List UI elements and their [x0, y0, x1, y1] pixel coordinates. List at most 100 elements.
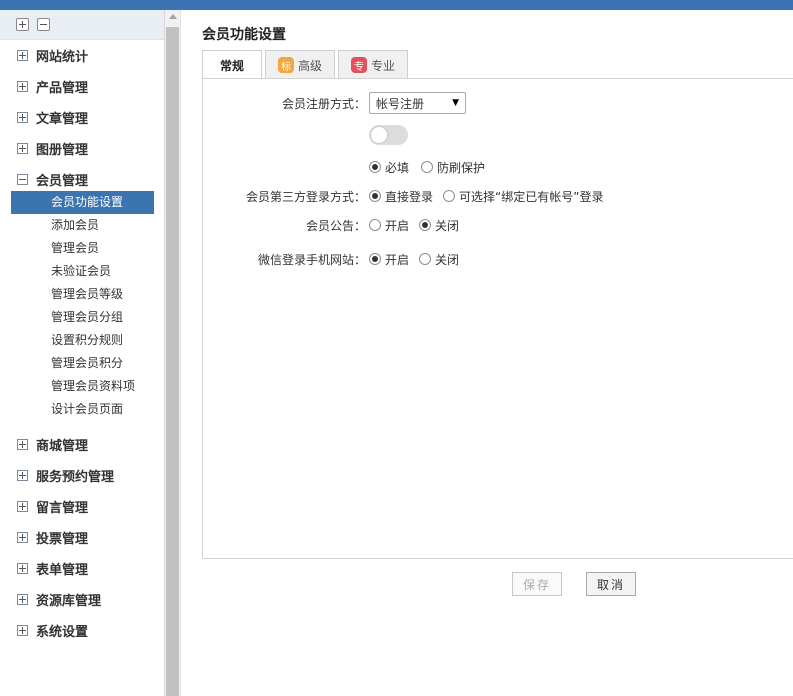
radio-icon	[419, 253, 432, 265]
registration-toggle-row	[203, 125, 408, 145]
member-submenu: 会员功能设置 添加会员 管理会员 未验证会员 管理会员等级 管理会员分组 设置积…	[0, 191, 164, 421]
menu-group-label: 文章管理	[36, 112, 89, 127]
radio-icon	[443, 190, 456, 202]
menu-group-header[interactable]: 资源库管理	[0, 584, 164, 615]
menu-group-albums: 图册管理	[0, 133, 164, 164]
registration-method-select[interactable]: 帐号注册 ▼	[369, 92, 466, 114]
menu-group-header[interactable]: 商城管理	[0, 429, 164, 460]
third-party-label: 会员第三方登录方式：	[245, 189, 366, 204]
menu-group-label: 表单管理	[36, 563, 89, 578]
scroll-up-icon[interactable]	[169, 14, 177, 19]
standard-badge-icon: 标	[278, 57, 295, 73]
select-value: 帐号注册	[376, 96, 425, 111]
radio-icon	[419, 219, 432, 231]
expand-icon[interactable]	[17, 501, 28, 512]
cancel-button[interactable]: 取消	[586, 572, 636, 596]
toggle-knob	[371, 127, 387, 143]
menu-group-header[interactable]: 留言管理	[0, 491, 164, 522]
tab-advanced[interactable]: 标 高级	[265, 50, 336, 79]
radio-wechat-off[interactable]: 关闭	[419, 251, 459, 268]
sidebar-item-member-points[interactable]: 管理会员积分	[11, 352, 154, 375]
wechat-label: 微信登录手机网站：	[257, 252, 366, 267]
sidebar-item-points-rules[interactable]: 设置积分规则	[11, 329, 154, 352]
radio-anti-spam[interactable]: 防刷保护	[421, 159, 485, 176]
settings-panel: 会员注册方式： 帐号注册 ▼ 必填 防刷保护 会员第三方登录方式： 直接登录 可…	[202, 78, 793, 559]
page-title: 会员功能设置	[202, 27, 286, 43]
menu-group-header[interactable]: 表单管理	[0, 553, 164, 584]
menu-group-header[interactable]: 投票管理	[0, 522, 164, 553]
collapse-icon[interactable]	[17, 174, 28, 185]
radio-direct-login[interactable]: 直接登录	[369, 188, 433, 205]
notice-row: 会员公告： 开启 关闭	[203, 215, 459, 235]
menu-group-header[interactable]: 图册管理	[0, 133, 164, 164]
sidebar-item-unverified-members[interactable]: 未验证会员	[11, 260, 154, 283]
menu-group-header[interactable]: 系统设置	[0, 615, 164, 646]
radio-notice-off[interactable]: 关闭	[419, 217, 459, 234]
registration-toggle[interactable]	[369, 125, 408, 145]
tab-label: 专业	[371, 58, 396, 73]
menu-group-articles: 文章管理	[0, 102, 164, 133]
sidebar-item-member-profile-fields[interactable]: 管理会员资料项	[11, 375, 154, 398]
menu-group-label: 会员管理	[36, 174, 89, 189]
sidebar-scrollbar[interactable]	[165, 10, 181, 696]
menu-group-label: 服务预约管理	[36, 470, 115, 485]
tab-general[interactable]: 常规	[202, 50, 263, 80]
sidebar-item-member-groups[interactable]: 管理会员分组	[11, 306, 154, 329]
expand-icon[interactable]	[17, 143, 28, 154]
menu-group-system: 系统设置	[0, 615, 164, 646]
radio-icon	[421, 161, 434, 173]
menu-group-label: 投票管理	[36, 532, 89, 547]
expand-icon[interactable]	[17, 50, 28, 61]
expand-all-icon[interactable]	[16, 18, 29, 31]
scroll-thumb[interactable]	[166, 27, 179, 696]
menu-group-label: 图册管理	[36, 143, 89, 158]
menu-group-members: 会员管理 会员功能设置 添加会员 管理会员 未验证会员 管理会员等级 管理会员分…	[0, 164, 164, 421]
pro-badge-icon: 专	[351, 57, 368, 73]
radio-icon	[369, 219, 381, 231]
main-content: 会员功能设置 常规 标 高级 专 专业 会员注册方式： 帐号注册 ▼ 必填 防刷…	[182, 10, 793, 696]
menu-group-header[interactable]: 服务预约管理	[0, 460, 164, 491]
radio-icon	[369, 253, 381, 265]
expand-icon[interactable]	[17, 81, 28, 92]
menu-group-label: 资源库管理	[36, 594, 102, 609]
save-button[interactable]: 保存	[512, 572, 562, 596]
registration-row: 会员注册方式： 帐号注册 ▼	[203, 92, 466, 114]
expand-icon[interactable]	[17, 625, 28, 636]
sidebar-item-add-member[interactable]: 添加会员	[11, 214, 154, 237]
sidebar-item-design-member-pages[interactable]: 设计会员页面	[11, 398, 154, 421]
radio-icon	[369, 161, 381, 173]
expand-icon[interactable]	[17, 594, 28, 605]
sidebar: 网站统计 产品管理 文章管理 图册管理 会员管理 会员功能设置 添加会员 管理会…	[0, 10, 165, 696]
radio-notice-on[interactable]: 开启	[369, 217, 409, 234]
top-bar	[0, 0, 793, 10]
menu-group-label: 产品管理	[36, 81, 89, 96]
registration-content: 帐号注册 ▼	[369, 92, 466, 114]
menu-group-label: 商城管理	[36, 439, 89, 454]
tab-professional[interactable]: 专 专业	[338, 50, 409, 79]
expand-icon[interactable]	[17, 439, 28, 450]
menu-group-label: 网站统计	[36, 50, 89, 65]
menu-group-resources: 资源库管理	[0, 584, 164, 615]
radio-wechat-on[interactable]: 开启	[369, 251, 409, 268]
expand-icon[interactable]	[17, 112, 28, 123]
menu-group-statistics: 网站统计	[0, 40, 164, 71]
expand-icon[interactable]	[17, 532, 28, 543]
menu-group-header[interactable]: 文章管理	[0, 102, 164, 133]
menu-group-label: 留言管理	[36, 501, 89, 516]
menu-group-messages: 留言管理	[0, 491, 164, 522]
collapse-all-icon[interactable]	[37, 18, 50, 31]
dropdown-arrow-icon: ▼	[452, 98, 459, 108]
tab-label: 高级	[298, 58, 323, 73]
sidebar-item-member-settings[interactable]: 会员功能设置	[11, 191, 154, 214]
menu-group-header[interactable]: 产品管理	[0, 71, 164, 102]
sidebar-item-manage-members[interactable]: 管理会员	[11, 237, 154, 260]
radio-required[interactable]: 必填	[369, 159, 409, 176]
notice-label: 会员公告：	[305, 218, 366, 233]
expand-icon[interactable]	[17, 563, 28, 574]
menu-group-header[interactable]: 网站统计	[0, 40, 164, 71]
radio-bind-account[interactable]: 可选择“绑定已有帐号”登录	[443, 188, 603, 205]
expand-icon[interactable]	[17, 470, 28, 481]
menu-group-booking: 服务预约管理	[0, 460, 164, 491]
registration-label: 会员注册方式：	[281, 96, 366, 111]
sidebar-item-member-levels[interactable]: 管理会员等级	[11, 283, 154, 306]
